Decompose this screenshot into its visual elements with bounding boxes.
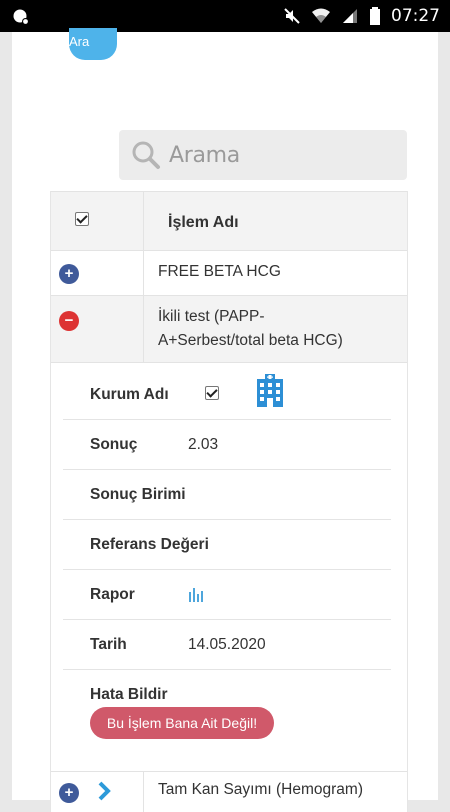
row-name: FREE BETA HCG [158, 263, 281, 280]
ara-button[interactable]: Ara [69, 28, 117, 60]
detail-referans: Referans Değeri [63, 520, 391, 570]
search-icon [132, 141, 160, 169]
table-row[interactable]: + Tam Kan Sayımı (Hemogram) [51, 771, 407, 812]
mute-icon [284, 8, 300, 24]
rapor-label: Rapor [90, 586, 135, 603]
tarih-value: 14.05.2020 [188, 636, 266, 653]
hospital-icon[interactable] [253, 373, 287, 407]
notification-icon [13, 9, 29, 25]
detail-sonuc-birimi: Sonuç Birimi [63, 470, 391, 520]
results-table: İşlem Adı + FREE BETA HCG − İkili test (… [50, 191, 408, 812]
hata-label: Hata Bildir [90, 686, 168, 703]
row-detail-panel: Kurum Adı Sonuç 2.03 Sonuç Birimi Refera… [51, 362, 407, 771]
select-all-checkbox[interactable] [75, 212, 89, 226]
column-header-islem-adi: İşlem Adı [168, 214, 239, 231]
report-chart-icon[interactable] [188, 586, 206, 602]
sonuc-value: 2.03 [188, 436, 219, 453]
sonuc-birimi-label: Sonuç Birimi [90, 486, 186, 503]
collapse-minus-icon[interactable]: − [59, 311, 79, 331]
table-header: İşlem Adı [51, 191, 407, 250]
row-name: Tam Kan Sayımı (Hemogram) [158, 781, 363, 798]
row-name-line1: İkili test (PAPP- [158, 308, 265, 325]
detail-rapor: Rapor [63, 570, 391, 620]
tarih-label: Tarih [90, 636, 127, 653]
signal-icon [343, 9, 357, 23]
wifi-icon [312, 8, 330, 23]
expand-plus-icon[interactable]: + [59, 783, 79, 803]
chevron-right-icon[interactable] [97, 780, 111, 802]
detail-hata: Hata Bildir Bu İşlem Bana Ait Değil! [63, 670, 391, 764]
clock: 07:27 [391, 6, 440, 26]
kurum-checkbox[interactable] [205, 386, 219, 400]
table-row[interactable]: + FREE BETA HCG [51, 250, 407, 295]
detail-kurum: Kurum Adı [63, 370, 391, 420]
report-error-button[interactable]: Bu İşlem Bana Ait Değil! [90, 707, 274, 739]
referans-label: Referans Değeri [90, 536, 209, 553]
search-placeholder: Arama [169, 143, 240, 168]
detail-tarih: Tarih 14.05.2020 [63, 620, 391, 670]
expand-plus-icon[interactable]: + [59, 264, 79, 284]
battery-icon [370, 7, 380, 25]
search-input[interactable]: Arama [119, 130, 407, 180]
kurum-label: Kurum Adı [90, 386, 169, 403]
row-name-line2: A+Serbest/total beta HCG) [158, 332, 343, 349]
table-row-expanded[interactable]: − İkili test (PAPP- A+Serbest/total beta… [51, 295, 407, 362]
detail-sonuc: Sonuç 2.03 [63, 420, 391, 470]
page-card: Ara Arama İşlem Adı + FREE BETA HCG − İk… [12, 28, 438, 812]
sonuc-label: Sonuç [90, 436, 138, 453]
status-bar: 07:27 [0, 0, 450, 32]
